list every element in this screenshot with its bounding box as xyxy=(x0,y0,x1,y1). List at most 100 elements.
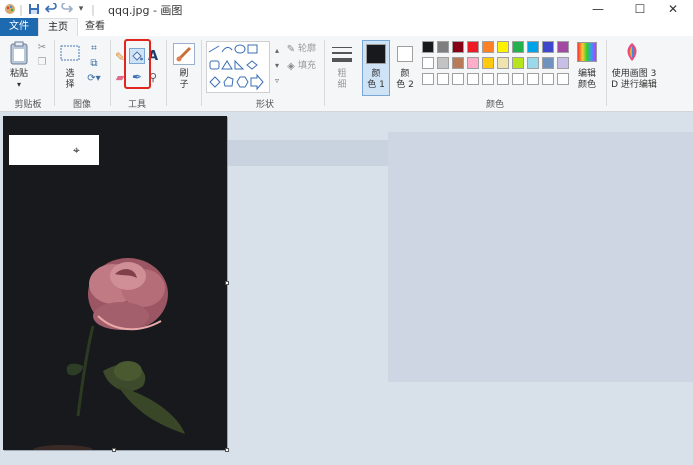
palette-swatch[interactable] xyxy=(497,73,509,85)
customize-quick-access-icon[interactable]: ▾ xyxy=(76,2,86,16)
palette-swatch[interactable] xyxy=(557,57,569,69)
group-divider xyxy=(201,40,202,106)
outline-button[interactable]: 轮廓 xyxy=(298,44,326,55)
undo-icon[interactable] xyxy=(44,2,58,16)
palette-swatch[interactable] xyxy=(437,73,449,85)
canvas-shadow-band xyxy=(388,132,693,382)
redo-icon[interactable] xyxy=(60,2,74,16)
palette-swatch[interactable] xyxy=(542,57,554,69)
select-button-label-2: 择 xyxy=(65,80,75,90)
palette-swatch[interactable] xyxy=(422,41,434,53)
paint-app-icon xyxy=(3,2,17,16)
ribbon: 粘贴 ▾ ✂ ❐ 剪贴板 选 择 ⌗ ⧉ ⟳▾ 图像 ✎ A ▰ ✒ ⚲ 工具 … xyxy=(0,36,693,112)
group-label-shapes: 形状 xyxy=(255,100,274,110)
tab-home[interactable]: 主页 xyxy=(38,18,78,38)
palette-swatch[interactable] xyxy=(482,73,494,85)
canvas-shadow-band xyxy=(228,140,388,166)
select-icon[interactable] xyxy=(60,44,80,62)
size-icon[interactable] xyxy=(330,43,354,65)
outline-icon: ✎ xyxy=(286,43,296,55)
palette-swatch[interactable] xyxy=(542,73,554,85)
group-divider xyxy=(110,40,111,106)
color1-swatch xyxy=(366,44,386,64)
shapes-scroll-up-icon[interactable]: ▴ xyxy=(272,43,282,57)
resize-icon[interactable]: ⧉ xyxy=(88,57,100,69)
brushes-icon[interactable] xyxy=(173,43,195,65)
ribbon-tabs: 文件 主页 查看 xyxy=(0,18,693,38)
palette-swatch[interactable] xyxy=(497,41,509,53)
window-title: qqq.jpg - 画图 xyxy=(108,4,183,17)
color2-label-2: 色 2 xyxy=(396,80,414,90)
color1-label: 颜 xyxy=(371,69,381,79)
rotate-icon[interactable]: ⟳▾ xyxy=(86,72,102,84)
tab-file[interactable]: 文件 xyxy=(0,18,38,36)
select-button[interactable]: 选 xyxy=(60,69,80,80)
palette-swatch[interactable] xyxy=(512,41,524,53)
palette-swatch[interactable] xyxy=(467,57,479,69)
palette-swatch[interactable] xyxy=(422,57,434,69)
fill-button[interactable]: 填充 xyxy=(298,61,326,72)
fill-icon: ◈ xyxy=(287,60,295,72)
size-button[interactable]: 粗 xyxy=(330,69,354,80)
tab-view[interactable]: 查看 xyxy=(76,18,114,36)
save-icon[interactable] xyxy=(27,2,41,16)
minimize-button[interactable]: — xyxy=(578,0,618,18)
paint3d-icon[interactable] xyxy=(622,41,642,63)
palette-swatch[interactable] xyxy=(527,41,539,53)
palette-swatch[interactable] xyxy=(422,73,434,85)
color2-swatch[interactable] xyxy=(397,46,413,62)
cut-icon[interactable]: ✂ xyxy=(36,41,48,53)
group-divider xyxy=(324,40,325,106)
palette-swatch[interactable] xyxy=(437,57,449,69)
edit-colors-icon[interactable] xyxy=(577,42,597,62)
color2-label[interactable]: 颜 xyxy=(393,69,417,80)
resize-handle-corner[interactable] xyxy=(225,448,229,452)
palette-swatch[interactable] xyxy=(512,73,524,85)
resize-handle-right[interactable] xyxy=(225,281,229,285)
palette-swatch[interactable] xyxy=(467,41,479,53)
palette-swatch[interactable] xyxy=(527,57,539,69)
palette-swatch[interactable] xyxy=(557,41,569,53)
paste-dropdown-icon[interactable]: ▾ xyxy=(14,79,24,90)
maximize-icon: ☐ xyxy=(634,2,646,16)
minimize-icon: — xyxy=(592,2,604,16)
palette-swatch[interactable] xyxy=(482,41,494,53)
crop-icon[interactable]: ⌗ xyxy=(88,42,100,54)
paint3d-button[interactable]: 使用画图 3 xyxy=(608,69,660,80)
title-bar: | ▾ | qqq.jpg - 画图 — ☐ ✕ xyxy=(0,0,693,19)
drawing-canvas[interactable] xyxy=(3,116,227,450)
group-divider xyxy=(606,40,607,106)
palette-swatch[interactable] xyxy=(527,73,539,85)
palette-swatch[interactable] xyxy=(467,73,479,85)
group-label-tools: 工具 xyxy=(127,100,146,110)
paste-icon[interactable] xyxy=(8,40,30,66)
resize-handle-bottom[interactable] xyxy=(112,448,116,452)
palette-swatch[interactable] xyxy=(452,41,464,53)
edit-colors-button[interactable]: 编辑 xyxy=(571,69,603,80)
edit-colors-label-2: 颜色 xyxy=(577,80,596,90)
close-icon: ✕ xyxy=(667,2,679,16)
text-box[interactable]: ⌖ xyxy=(9,135,99,165)
paint3d-label-2: D 进行编辑 xyxy=(611,80,657,90)
palette-swatch[interactable] xyxy=(437,41,449,53)
copy-icon[interactable]: ❐ xyxy=(36,56,48,68)
palette-swatch[interactable] xyxy=(452,73,464,85)
palette-swatch[interactable] xyxy=(512,57,524,69)
shapes-scroll-down-icon[interactable]: ▾ xyxy=(272,58,282,72)
size-button-label-2: 细 xyxy=(337,80,347,90)
palette-swatch[interactable] xyxy=(452,57,464,69)
brushes-button-label-2: 子 xyxy=(179,80,189,90)
group-label-clipboard: 剪贴板 xyxy=(14,100,42,110)
palette-swatch[interactable] xyxy=(557,73,569,85)
palette-swatch[interactable] xyxy=(482,57,494,69)
close-button[interactable]: ✕ xyxy=(653,0,693,18)
palette-swatch[interactable] xyxy=(497,57,509,69)
separator: | xyxy=(19,2,23,16)
brushes-button[interactable]: 刷 xyxy=(172,69,196,80)
shapes-more-icon[interactable]: ▿ xyxy=(272,73,282,87)
palette-swatch[interactable] xyxy=(542,41,554,53)
color1-label-2: 色 1 xyxy=(367,80,385,90)
shapes-gallery[interactable] xyxy=(206,41,270,93)
group-label-colors: 颜色 xyxy=(485,100,504,110)
rose-image xyxy=(33,258,185,450)
